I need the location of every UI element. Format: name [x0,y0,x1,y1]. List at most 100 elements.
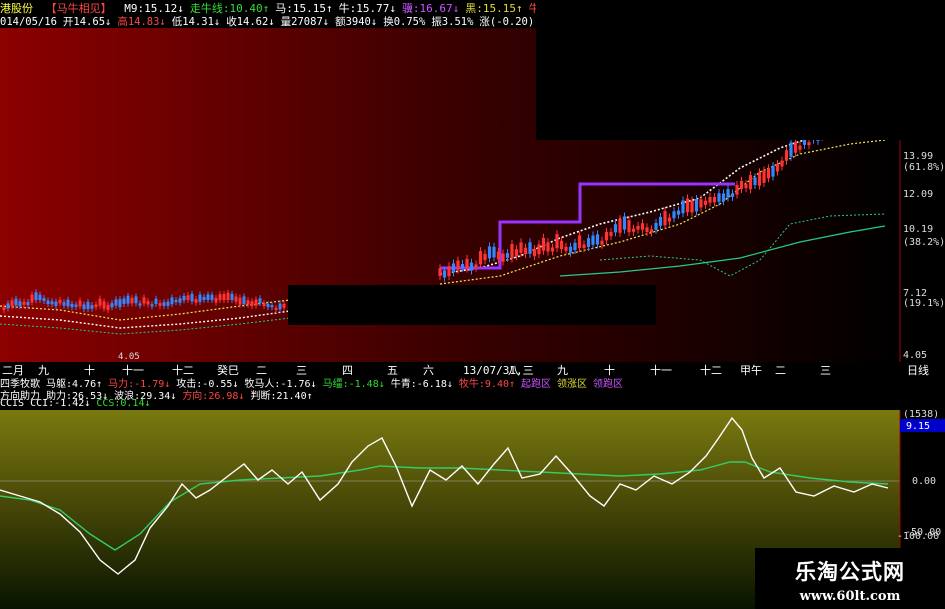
candle [10,300,14,306]
candle [130,297,134,304]
candle [58,299,62,304]
candle [456,260,460,270]
candle [469,262,474,271]
candle [18,301,22,307]
candle [126,295,130,304]
candle [789,142,793,157]
candle [78,300,82,307]
candle [568,246,573,253]
candle [158,303,162,306]
candle [609,231,613,237]
quote-value: 开14.65↓ [62,16,112,28]
period-label[interactable]: 日线 [907,362,929,378]
watermark: 乐淘公式网 www.60lt.com [755,548,945,609]
candle [26,302,30,306]
indicator-value: 马缰:-1.48↓ [322,379,385,390]
candle [274,307,278,311]
indicator-row-seasons: 四季牧歌 马躯:4.76↑ 马力:-1.79↓ 攻击:-0.55↓ 牧马人:-1.76↓… [0,375,629,390]
candle [690,200,694,213]
redaction-box [536,0,945,140]
candle [14,298,18,306]
candle [501,253,505,262]
candle [712,196,717,203]
candle [771,166,775,177]
candle [2,307,6,310]
candle [246,300,250,305]
candle [784,150,789,161]
indicator-value: 方向:26.98↓ [182,391,245,402]
candle [582,244,586,249]
candle [762,170,766,183]
candle [206,294,210,300]
candle [681,200,685,214]
quote-value: 振3.51% [431,16,474,28]
indicator-value: CCIS [0,398,25,409]
candle [564,246,568,251]
date-label: 十二 [700,364,722,377]
candle [766,168,771,179]
candle [735,185,739,195]
candle [138,303,142,306]
candle [537,244,541,255]
date-axis: 二月九十十一 十二 癸巳二三四五六 13/07/31,三八九十十一 十二 甲午二三日线 [0,362,945,378]
candle [730,193,735,197]
candle [258,298,262,304]
candle [600,240,604,245]
osc-axis-label: (1538) [903,410,939,420]
candle [640,223,645,230]
quote-value: 换0.75% [383,16,426,28]
quote-value: 额3940↓ [335,16,378,28]
candle [591,235,595,245]
low-marker: 4.05 [118,352,140,362]
candle [214,297,218,303]
candle [807,142,811,146]
candle [726,189,730,198]
candle [50,301,54,305]
indicator-value: 领跑区 [593,379,624,390]
candle [663,210,667,226]
candle [54,301,58,306]
price-axis: 13.99(61.8%)12.0910.19(38.2%)7.12(19.1%)… [903,151,945,361]
candle [757,172,762,186]
candle [748,175,753,190]
candle [573,242,577,251]
price-label: (61.8%) [903,162,945,173]
candle [627,220,631,233]
candle [74,304,78,307]
date-label: 二 [775,364,786,377]
candle [753,177,757,186]
candle [555,234,559,249]
candle [198,294,202,302]
quote-value: 014/05/16 [0,16,57,28]
candle [775,163,780,172]
candle [194,299,198,303]
quote-row: 014/05/16 开14.65↓ 高14.83↓ 低14.31↓ 收14.62↓ 量27… [0,14,618,28]
candle [654,222,658,230]
indicator-row-ccis: CCIS CCI:-1.42↓ CCS:0.14↓ [0,398,157,410]
candle [186,295,190,300]
candle [613,224,618,233]
candle [721,193,726,202]
price-label: 4.05 [903,350,927,361]
candle [523,247,528,255]
candle [645,227,649,233]
candle [262,303,266,307]
candle [465,258,469,269]
candle [474,264,478,268]
candle [70,303,74,308]
candle [505,253,510,258]
quote-value: 收14.62↓ [226,16,275,28]
candle [744,184,748,189]
candle [238,297,242,305]
osc-axis-label-bottom: -100.00 [897,531,940,542]
indicator-value: 判断:21.40↑ [250,391,313,402]
price-label: 12.09 [903,189,933,200]
price-label: (19.1%) [903,298,945,309]
candle [483,253,487,261]
watermark-title: 乐淘公式网 [795,560,905,584]
candle [649,229,654,233]
candle [672,211,676,219]
candle [604,231,609,241]
candle [559,240,564,250]
price-label: (38.2%) [903,237,945,248]
